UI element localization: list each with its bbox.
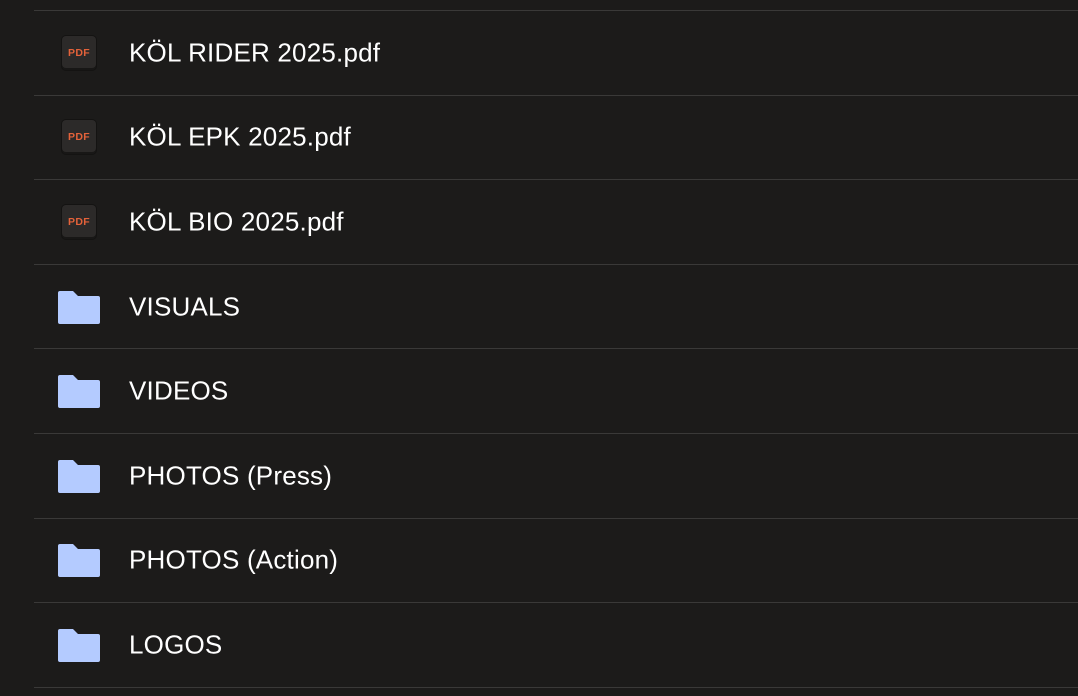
folder-icon (57, 371, 101, 411)
folder-name: PHOTOS (Action) (129, 544, 339, 575)
folder-name: LOGOS (129, 629, 223, 660)
folder-name: PHOTOS (Press) (129, 460, 333, 491)
pdf-badge-label: PDF (62, 35, 96, 70)
file-name: KÖL RIDER 2025.pdf (129, 37, 381, 68)
folder-row-photos-action[interactable]: PHOTOS (Action) (34, 519, 1078, 604)
pdf-file-icon: PDF (57, 117, 101, 157)
pdf-file-icon: PDF (57, 202, 101, 242)
folder-icon (57, 287, 101, 327)
folder-name: VIDEOS (129, 375, 229, 406)
folder-row-videos[interactable]: VIDEOS (34, 349, 1078, 434)
folder-row-logos[interactable]: LOGOS (34, 603, 1078, 688)
file-name: KÖL EPK 2025.pdf (129, 121, 351, 152)
folder-row-visuals[interactable]: VISUALS (34, 265, 1078, 350)
pdf-badge-label: PDF (62, 204, 96, 239)
file-list: PDF KÖL RIDER 2025.pdf PDF KÖL EPK 2025.… (34, 10, 1078, 688)
folder-icon (57, 540, 101, 580)
folder-row-photos-press[interactable]: PHOTOS (Press) (34, 434, 1078, 519)
pdf-file-icon: PDF (57, 33, 101, 73)
file-row-kol-rider-2025[interactable]: PDF KÖL RIDER 2025.pdf (34, 11, 1078, 96)
folder-icon (57, 456, 101, 496)
file-row-kol-bio-2025[interactable]: PDF KÖL BIO 2025.pdf (34, 180, 1078, 265)
folder-icon (57, 625, 101, 665)
pdf-badge-label: PDF (62, 120, 96, 155)
folder-name: VISUALS (129, 291, 241, 322)
file-row-kol-epk-2025[interactable]: PDF KÖL EPK 2025.pdf (34, 96, 1078, 181)
file-name: KÖL BIO 2025.pdf (129, 206, 344, 237)
